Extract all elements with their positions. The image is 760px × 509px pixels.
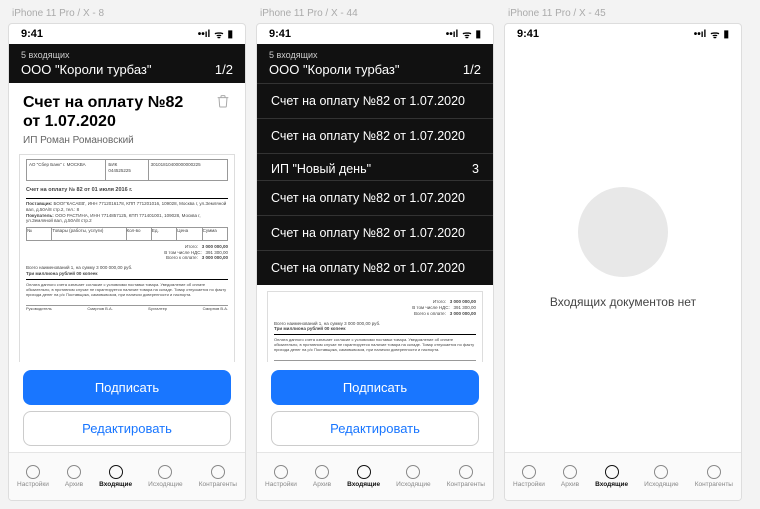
invoice-title: Счет на оплату № 82 от 01 июля 2016 г. <box>26 187 228 194</box>
org-name: ООО "Короли турбаз" <box>21 62 152 77</box>
edit-button[interactable]: Редактировать <box>23 411 231 446</box>
page-indicator: 1/2 <box>215 62 233 77</box>
dropdown-item[interactable]: Счет на оплату №82 от 1.07.2020 <box>257 83 493 118</box>
invoice-preview-partial[interactable]: Итого: 3 000 000,00 В том числе НДС: 391… <box>267 291 483 362</box>
tab-archive[interactable]: Архив <box>561 465 579 488</box>
tab-inbox[interactable]: Входящие <box>595 465 628 488</box>
tab-outbox[interactable]: Исходящие <box>396 465 430 488</box>
group-name: ИП "Новый день" <box>271 162 371 176</box>
tab-contragents[interactable]: Контрагенты <box>199 465 237 488</box>
sig-director-name: Смирнов В.А. <box>87 306 112 311</box>
doc-title-line2: от 1.07.2020 <box>23 112 183 131</box>
tab-inbox[interactable]: Входящие <box>347 465 380 488</box>
circle-icon <box>158 465 172 479</box>
bank-name: АО "Сбер Банк" г. МОСКВА <box>27 160 106 180</box>
battery-icon: ▮ <box>723 29 729 40</box>
invoice-table: №Товары (работы, услуги)Кол-воЕд.ЦенаСум… <box>26 227 228 241</box>
dropdown-item[interactable]: Счет на оплату №82 от 1.07.2020 <box>257 180 493 215</box>
tab-contragents[interactable]: Контрагенты <box>695 465 733 488</box>
page-indicator: 1/2 <box>463 62 481 77</box>
status-bar: 9:41 ••ıl ᯤ ▮ <box>257 24 493 44</box>
status-bar: 9:41 ••ıl ᯤ ▮ <box>9 24 245 44</box>
wifi-icon: ᯤ <box>214 27 223 41</box>
battery-icon: ▮ <box>227 29 233 40</box>
sig-director-label: Руководитель <box>26 306 52 311</box>
status-icons: ••ıl ᯤ ▮ <box>694 27 729 41</box>
tab-outbox[interactable]: Исходящие <box>148 465 182 488</box>
trash-icon[interactable] <box>215 93 231 109</box>
wifi-icon: ᯤ <box>462 27 471 41</box>
invoice-sum-words: Три миллиона рублей 00 копеек <box>274 326 346 331</box>
frame-label: iPhone 11 Pro / X - 45 <box>504 8 742 19</box>
phone-frame: 9:41 ••ıl ᯤ ▮ 5 входящих ООО "Короли тур… <box>256 23 494 501</box>
status-icons: ••ıl ᯤ ▮ <box>446 27 481 41</box>
buyer-label: Покупатель: <box>26 213 54 218</box>
sign-button[interactable]: Подписать <box>271 370 479 405</box>
circle-icon <box>109 465 123 479</box>
status-time: 9:41 <box>21 28 43 40</box>
doc-subtitle: ИП Роман Романовский <box>9 135 245 154</box>
tab-archive[interactable]: Архив <box>313 465 331 488</box>
phone-frame: 9:41 ••ıl ᯤ ▮ 5 входящих ООО "Короли тур… <box>8 23 246 501</box>
signal-icon: ••ıl <box>694 29 707 40</box>
tab-bar: Настройки Архив Входящие Исходящие Контр… <box>9 452 245 500</box>
invoice-preview[interactable]: АО "Сбер Банк" г. МОСКВА БИК044525225 30… <box>19 154 235 362</box>
bik-value: 044525225 <box>108 168 131 173</box>
empty-circle-icon <box>578 187 668 277</box>
tab-bar: Настройки Архив Входящие Исходящие Контр… <box>257 452 493 500</box>
dropdown-item[interactable]: Счет на оплату №82 от 1.07.2020 <box>257 118 493 153</box>
circle-icon <box>211 465 225 479</box>
sig-accountant-label: Бухгалтер <box>148 306 167 311</box>
invoice-note: Оплата данного счета означает согласие с… <box>26 282 228 297</box>
dropdown-group[interactable]: ИП "Новый день" 3 <box>257 153 493 180</box>
bik-label: БИК <box>108 162 117 167</box>
org-name: ООО "Короли турбаз" <box>269 62 400 77</box>
empty-text: Входящих документов нет <box>550 295 696 309</box>
supplier-label: Поставщик: <box>26 201 52 206</box>
dropdown-list: Счет на оплату №82 от 1.07.2020 Счет на … <box>257 83 493 285</box>
incoming-count: 5 входящих <box>21 50 70 60</box>
dropdown-item[interactable]: Счет на оплату №82 от 1.07.2020 <box>257 250 493 285</box>
signal-icon: ••ıl <box>198 29 211 40</box>
header-bar[interactable]: 5 входящих ООО "Короли турбаз" 1/2 <box>257 44 493 83</box>
circle-icon <box>26 465 40 479</box>
bank-account: 30101810400000000225 <box>149 160 227 180</box>
tab-settings[interactable]: Настройки <box>17 465 49 488</box>
header-bar[interactable]: 5 входящих ООО "Короли турбаз" 1/2 <box>9 44 245 83</box>
sign-button[interactable]: Подписать <box>23 370 231 405</box>
dropdown-item[interactable]: Счет на оплату №82 от 1.07.2020 <box>257 215 493 250</box>
group-count: 3 <box>472 162 479 176</box>
battery-icon: ▮ <box>475 29 481 40</box>
tab-inbox[interactable]: Входящие <box>99 465 132 488</box>
frame-label: iPhone 11 Pro / X - 44 <box>256 8 494 19</box>
signal-icon: ••ıl <box>446 29 459 40</box>
incoming-count: 5 входящих <box>269 50 318 60</box>
invoice-sum-words: Три миллиона рублей 00 копеек <box>26 271 98 276</box>
circle-icon <box>67 465 81 479</box>
wifi-icon: ᯤ <box>710 27 719 41</box>
status-bar: 9:41 ••ıl ᯤ ▮ <box>505 24 741 44</box>
tab-settings[interactable]: Настройки <box>513 465 545 488</box>
status-time: 9:41 <box>517 28 539 40</box>
tab-settings[interactable]: Настройки <box>265 465 297 488</box>
frame-label: iPhone 11 Pro / X - 8 <box>8 8 246 19</box>
tab-outbox[interactable]: Исходящие <box>644 465 678 488</box>
phone-frame: 9:41 ••ıl ᯤ ▮ Входящих документов нет На… <box>504 23 742 501</box>
doc-title-line1: Счет на оплату №82 <box>23 93 183 112</box>
tab-bar: Настройки Архив Входящие Исходящие Контр… <box>505 452 741 500</box>
status-icons: ••ıl ᯤ ▮ <box>198 27 233 41</box>
tab-contragents[interactable]: Контрагенты <box>447 465 485 488</box>
invoice-note: Оплата данного счета означает согласие с… <box>274 337 476 352</box>
tab-archive[interactable]: Архив <box>65 465 83 488</box>
edit-button[interactable]: Редактировать <box>271 411 479 446</box>
supplier-value: БООГ'КАСАЕВ', ИНН 7712016178, КПП 771201… <box>26 201 226 212</box>
empty-state: Входящих документов нет <box>505 44 741 452</box>
status-time: 9:41 <box>269 28 291 40</box>
sig-accountant-name: Смирнов В.А. <box>203 306 228 311</box>
